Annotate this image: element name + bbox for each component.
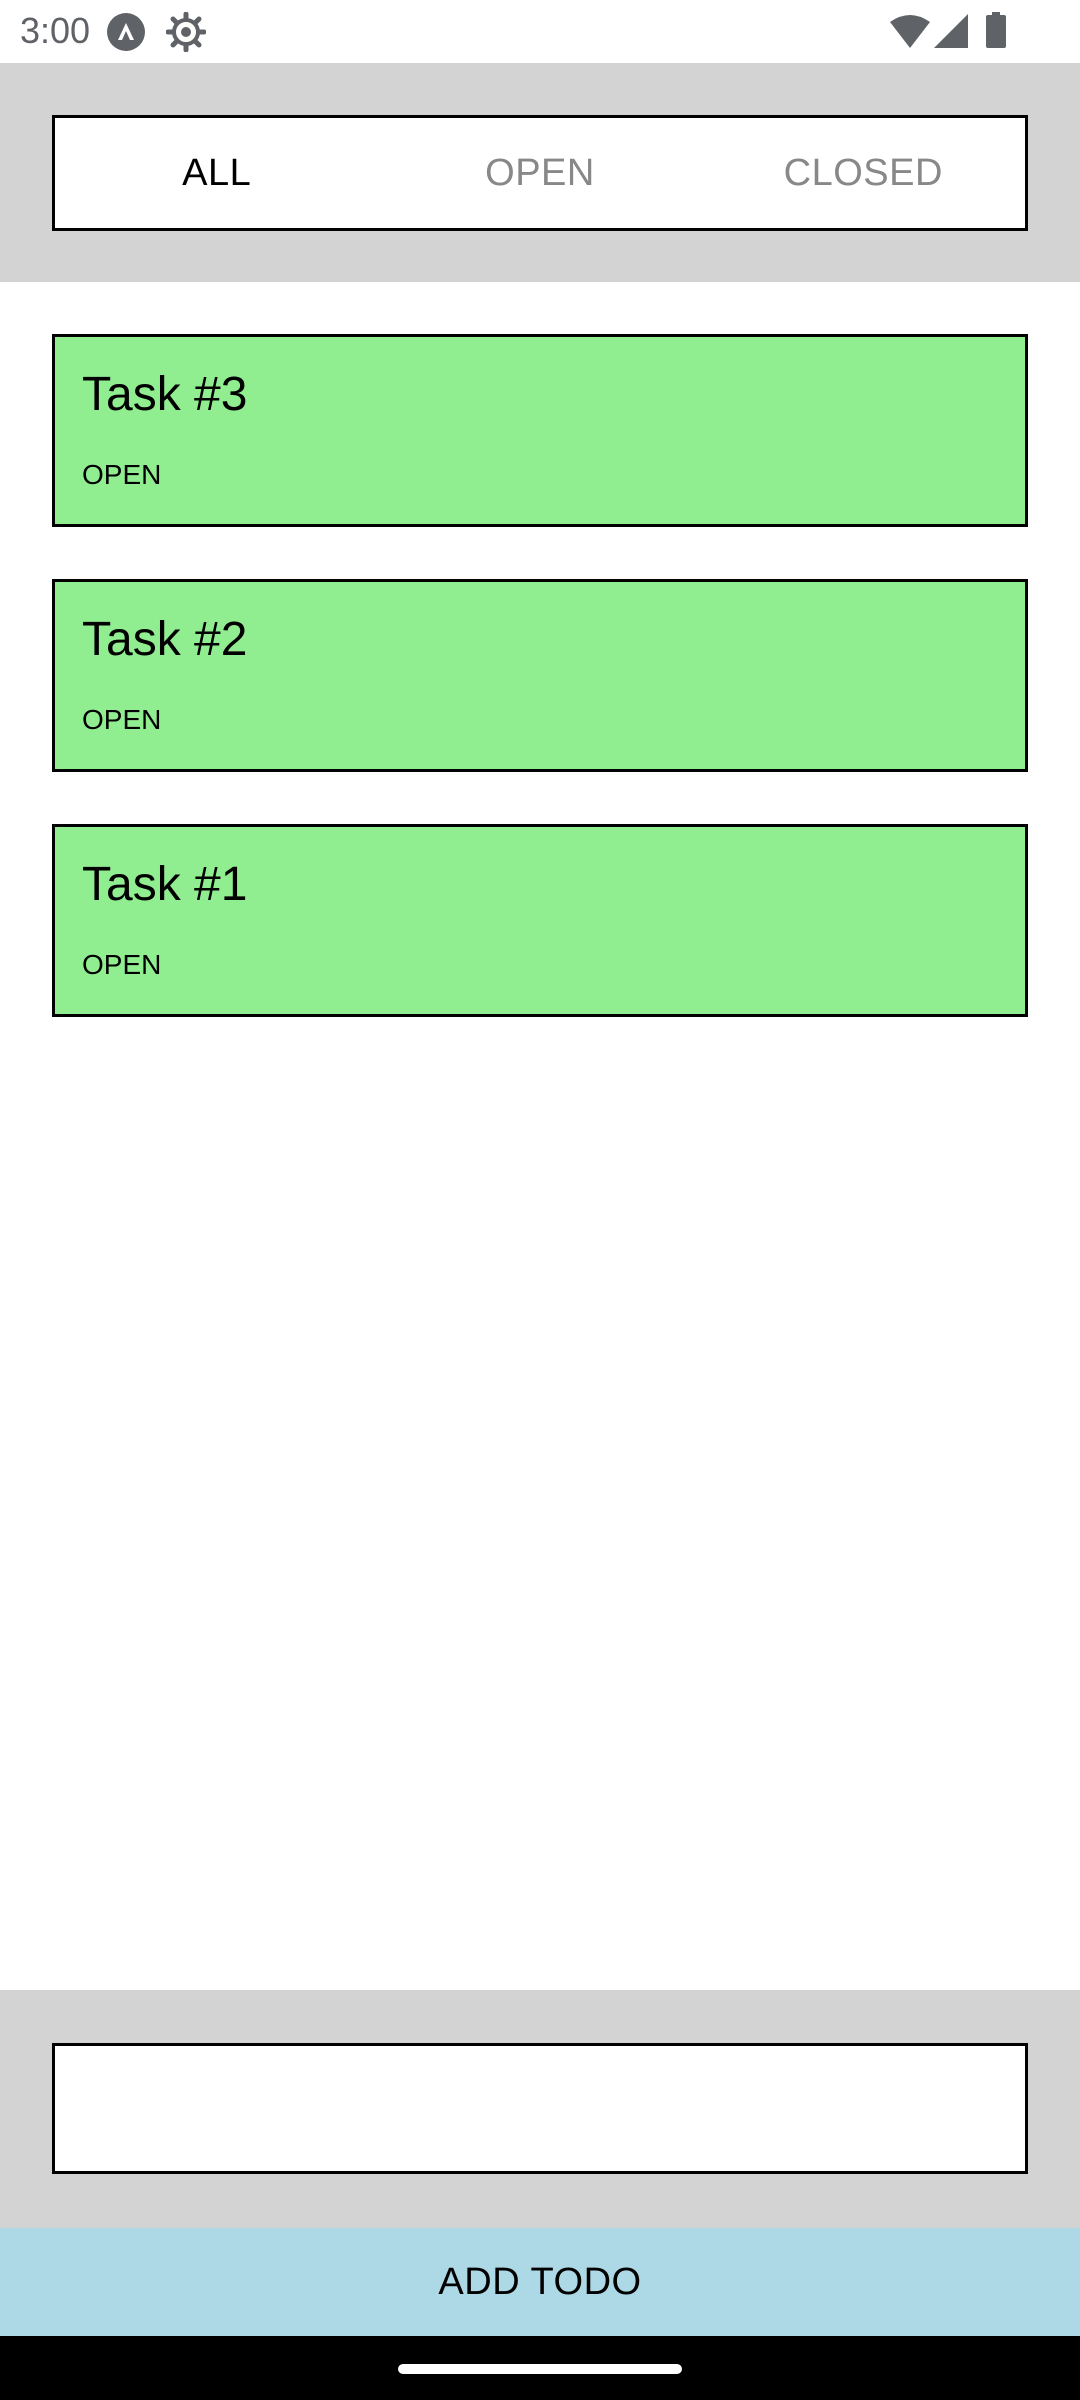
app-notification-icon xyxy=(106,12,146,52)
home-gesture-handle[interactable] xyxy=(398,2364,682,2374)
task-item[interactable]: Task #3 OPEN xyxy=(52,334,1028,527)
status-bar: 3:00 xyxy=(0,0,1080,63)
task-title: Task #1 xyxy=(82,858,248,911)
task-list: Task #3 OPEN Task #2 OPEN Task #1 OPEN xyxy=(52,334,1028,1069)
tab-open[interactable]: OPEN xyxy=(378,118,701,228)
task-status: OPEN xyxy=(82,949,162,980)
task-item[interactable]: Task #2 OPEN xyxy=(52,579,1028,772)
battery-icon xyxy=(986,12,1006,48)
task-title: Task #3 xyxy=(82,368,248,421)
task-status: OPEN xyxy=(82,704,162,735)
status-time: 3:00 xyxy=(20,10,91,51)
tab-closed[interactable]: CLOSED xyxy=(702,118,1025,228)
navigation-bar xyxy=(0,2336,1080,2400)
new-todo-panel xyxy=(0,1990,1080,2228)
filter-panel: ALL OPEN CLOSED xyxy=(0,63,1080,282)
new-todo-input[interactable] xyxy=(52,2043,1028,2174)
filter-tabs: ALL OPEN CLOSED xyxy=(52,115,1028,231)
wifi-icon xyxy=(890,14,930,50)
task-status: OPEN xyxy=(82,459,162,490)
gear-icon xyxy=(165,11,207,53)
tab-all[interactable]: ALL xyxy=(55,118,378,228)
cell-signal-icon xyxy=(934,14,968,48)
task-item[interactable]: Task #1 OPEN xyxy=(52,824,1028,1017)
task-title: Task #2 xyxy=(82,613,248,666)
add-todo-button[interactable]: ADD TODO xyxy=(0,2228,1080,2336)
